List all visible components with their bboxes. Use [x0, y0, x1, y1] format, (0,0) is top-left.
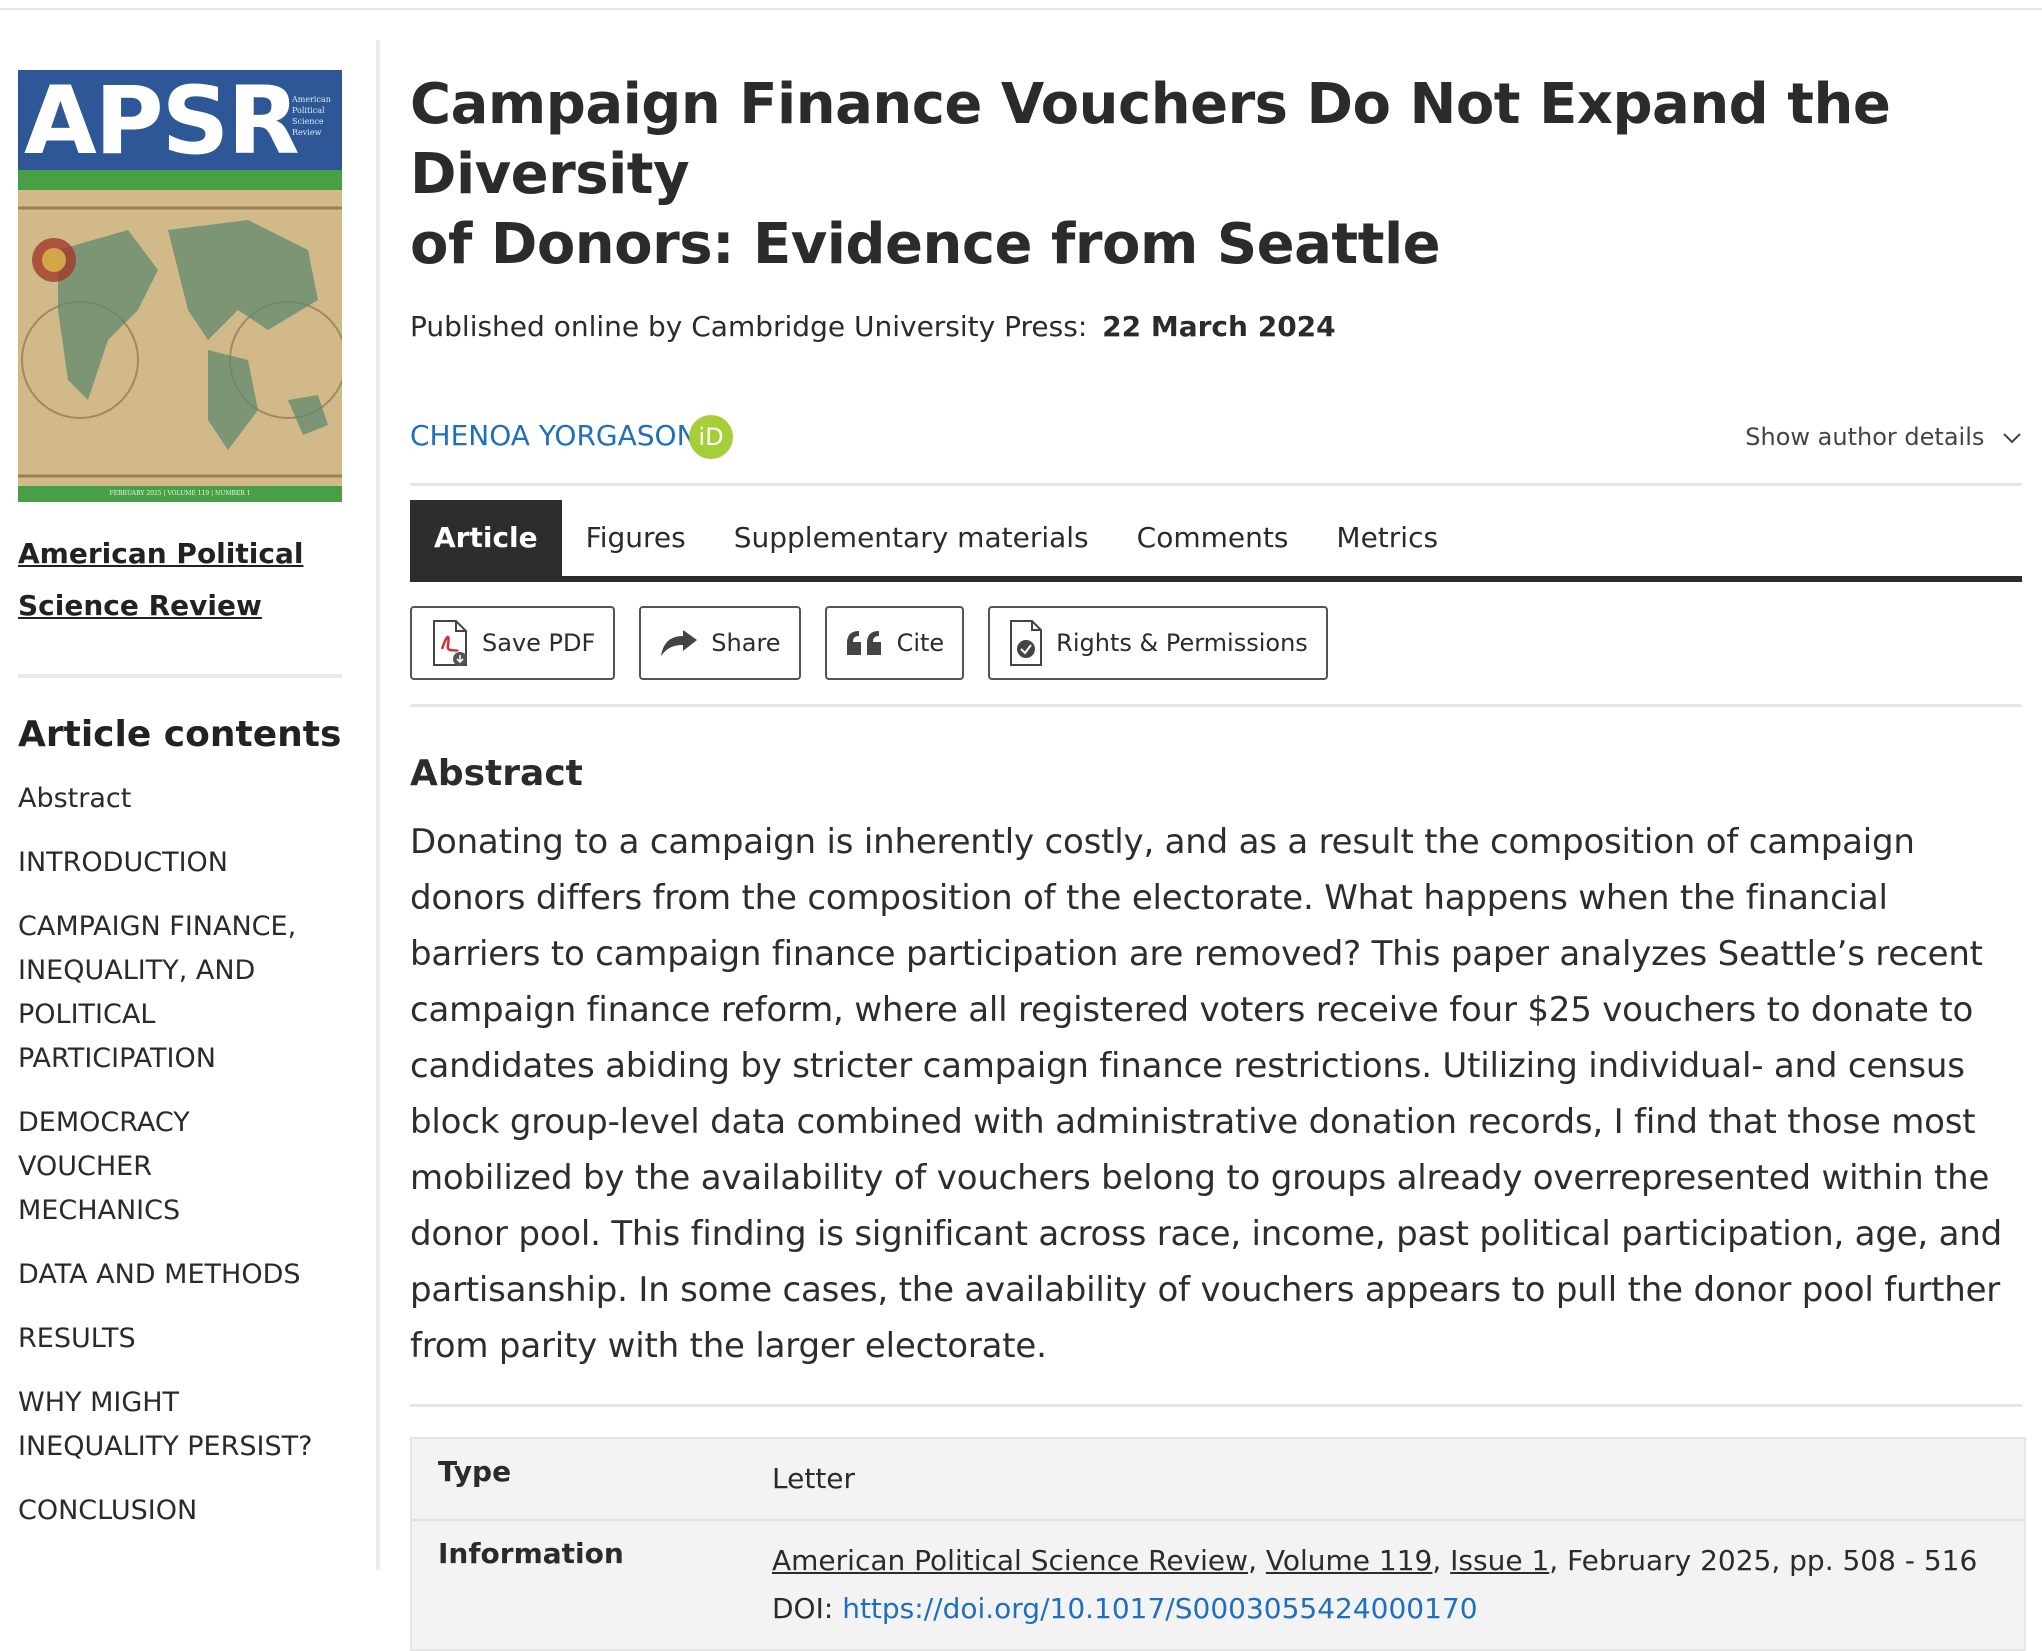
abstract-line: donors differs from the composition of t…: [410, 878, 1888, 918]
toc-text: CAMPAIGN FINANCE,: [18, 911, 297, 942]
top-divider: [0, 8, 2042, 10]
doi-link[interactable]: https://doi.org/10.1017/S000305542400017…: [842, 1592, 1477, 1625]
abstract-line: donor pool. This finding is significant …: [410, 1214, 2002, 1254]
journal-link-line2: Science Review: [18, 589, 262, 622]
article-tabs: Article Figures Supplementary materials …: [410, 500, 2022, 582]
toc-item-conclusion[interactable]: CONCLUSION: [18, 1489, 342, 1533]
cover-band: [18, 170, 342, 190]
toc-text: WHY MIGHT: [18, 1387, 180, 1418]
abstract-line: campaign finance reform, where all regis…: [410, 990, 1974, 1030]
cite-button[interactable]: Cite: [824, 606, 965, 680]
article-contents-heading: Article contents: [18, 714, 342, 755]
published-line: Published online by Cambridge University…: [410, 310, 2022, 343]
rights-permissions-label: Rights & Permissions: [1056, 629, 1308, 657]
information-value: American Political Science Review, Volum…: [772, 1544, 1978, 1625]
cover-logo: APSR: [24, 70, 300, 176]
article-contents-list: Abstract INTRODUCTION CAMPAIGN FINANCE, …: [18, 777, 342, 1533]
abstract-line: block group-level data combined with adm…: [410, 1102, 1976, 1142]
abstract-heading: Abstract: [410, 753, 583, 794]
abstract-line: Donating to a campaign is inherently cos…: [410, 822, 1915, 862]
article-actions: Save PDF Share Cite Rights & Permissions: [410, 606, 2022, 680]
toc-text: INEQUALITY PERSIST?: [18, 1431, 313, 1462]
table-row: Information American Political Science R…: [412, 1521, 2024, 1649]
article-metadata-table: Type Letter Information American Politic…: [410, 1437, 2026, 1651]
author-divider: [410, 483, 2022, 486]
journal-link-line1: American Political: [18, 537, 304, 570]
table-row: Type Letter: [412, 1439, 2024, 1521]
published-date: 22 March 2024: [1102, 310, 1336, 343]
quote-icon: [845, 629, 885, 657]
abstract-line: barriers to campaign finance participati…: [410, 934, 1983, 974]
toc-text: INEQUALITY, AND: [18, 955, 256, 986]
article-title: Campaign Finance Vouchers Do Not Expand …: [410, 70, 2022, 280]
toc-item-democracy-voucher[interactable]: DEMOCRACY VOUCHER MECHANICS: [18, 1101, 342, 1233]
cover-small-text: American Political Science Review: [292, 95, 331, 137]
information-label: Information: [438, 1537, 624, 1570]
share-label: Share: [711, 629, 781, 657]
toc-text: MECHANICS: [18, 1195, 181, 1226]
abstract-text: Donating to a campaign is inherently cos…: [410, 814, 2022, 1374]
abstract-line: partisanship. In some cases, the availab…: [410, 1270, 2001, 1310]
orcid-icon[interactable]: iD: [689, 415, 733, 459]
published-prefix: Published online by Cambridge University…: [410, 310, 1088, 343]
share-button[interactable]: Share: [639, 606, 801, 680]
tab-article[interactable]: Article: [410, 500, 562, 576]
article-main: Campaign Finance Vouchers Do Not Expand …: [410, 70, 2026, 1651]
journal-link[interactable]: American Political Science Review: [18, 528, 342, 632]
toc-item-results[interactable]: RESULTS: [18, 1317, 342, 1361]
toc-item-campaign-finance[interactable]: CAMPAIGN FINANCE, INEQUALITY, AND POLITI…: [18, 905, 342, 1081]
document-check-icon: [1008, 619, 1044, 667]
toc-text: VOUCHER: [18, 1151, 152, 1182]
cover-footer: FEBRUARY 2025 | VOLUME 119 | NUMBER 1: [18, 486, 342, 502]
abstract-line: mobilized by the availability of voucher…: [410, 1158, 1990, 1198]
author-row: CHENOA YORGASON iD Show author details: [410, 413, 2022, 463]
tab-figures[interactable]: Figures: [562, 500, 710, 576]
sidebar-divider: [18, 674, 342, 678]
actions-divider: [410, 704, 2022, 707]
show-author-details-toggle[interactable]: Show author details: [1745, 423, 2022, 451]
sidebar-separator: [376, 40, 380, 1570]
abstract-line: candidates abiding by stricter campaign …: [410, 1046, 1965, 1086]
type-value: Letter: [772, 1462, 856, 1495]
tab-metrics[interactable]: Metrics: [1312, 500, 1462, 576]
author-link[interactable]: CHENOA YORGASON: [410, 419, 698, 452]
abstract-line: from parity with the larger electorate.: [410, 1326, 1047, 1366]
journal-issue-link[interactable]: American Political Science Review: [772, 1544, 1248, 1577]
issue-link[interactable]: Issue 1: [1450, 1544, 1549, 1577]
rights-permissions-button[interactable]: Rights & Permissions: [988, 606, 1328, 680]
pdf-icon: [430, 619, 470, 667]
author-details-label: Show author details: [1745, 423, 1985, 451]
cite-label: Cite: [896, 629, 945, 657]
chevron-down-icon: [2002, 426, 2022, 451]
toc-text: PARTICIPATION: [18, 1043, 216, 1074]
sidebar: APSR American Political Science Review F…: [18, 70, 342, 1553]
doi-label: DOI:: [772, 1592, 834, 1625]
tab-comments[interactable]: Comments: [1113, 500, 1313, 576]
journal-cover-image[interactable]: APSR American Political Science Review F…: [18, 70, 342, 502]
toc-text: POLITICAL: [18, 999, 156, 1030]
volume-link[interactable]: Volume 119: [1266, 1544, 1432, 1577]
toc-item-why-might[interactable]: WHY MIGHT INEQUALITY PERSIST?: [18, 1381, 342, 1469]
type-label: Type: [438, 1455, 512, 1488]
date-pages: February 2025, pp. 508 - 516: [1567, 1544, 1978, 1577]
toc-item-introduction[interactable]: INTRODUCTION: [18, 841, 342, 885]
toc-text: DEMOCRACY: [18, 1107, 190, 1138]
toc-item-abstract[interactable]: Abstract: [18, 777, 342, 821]
toc-item-data-and-methods[interactable]: DATA AND METHODS: [18, 1253, 342, 1297]
tab-supplementary-materials[interactable]: Supplementary materials: [710, 500, 1113, 576]
share-arrow-icon: [659, 628, 699, 658]
article-title-line2: of Donors: Evidence from Seattle: [410, 212, 1441, 277]
world-map-illustration: [18, 190, 342, 486]
article-title-line1: Campaign Finance Vouchers Do Not Expand …: [410, 72, 1891, 207]
save-pdf-label: Save PDF: [482, 629, 596, 657]
save-pdf-button[interactable]: Save PDF: [410, 606, 616, 680]
abstract-divider: [410, 1404, 2022, 1407]
